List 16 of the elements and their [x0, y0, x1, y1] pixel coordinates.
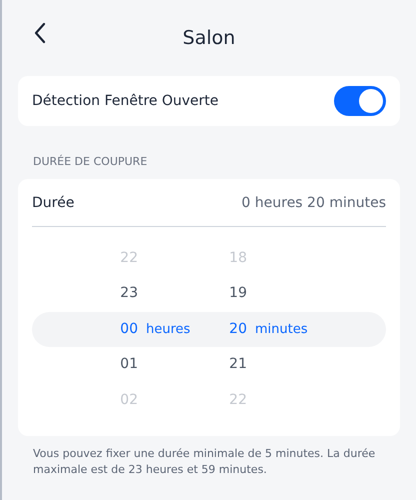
toggle-switch[interactable]: [334, 86, 386, 116]
minute-option[interactable]: 20: [229, 320, 247, 337]
setting-label: Détection Fenêtre Ouverte: [32, 92, 218, 110]
minutes-unit: minutes: [255, 322, 308, 337]
page-title: Salon: [182, 26, 236, 50]
hour-option[interactable]: 01: [120, 356, 138, 372]
footnote: Vous pouvez fixer une durée minimale de 5 minutes. La durée maximale est de 23 heures et 59 minutes.: [33, 446, 376, 478]
minute-option[interactable]: 21: [229, 356, 247, 372]
hours-unit: heures: [146, 322, 190, 337]
duration-value: 0 heures 20 minutes: [242, 194, 386, 212]
back-icon: [34, 22, 46, 44]
hour-option[interactable]: 23: [120, 285, 138, 302]
hour-option[interactable]: 00: [120, 320, 138, 337]
section-title: DURÉE DE COUPURE: [33, 154, 148, 170]
minute-option[interactable]: 19: [229, 285, 247, 302]
duration-label: Durée: [32, 194, 74, 212]
